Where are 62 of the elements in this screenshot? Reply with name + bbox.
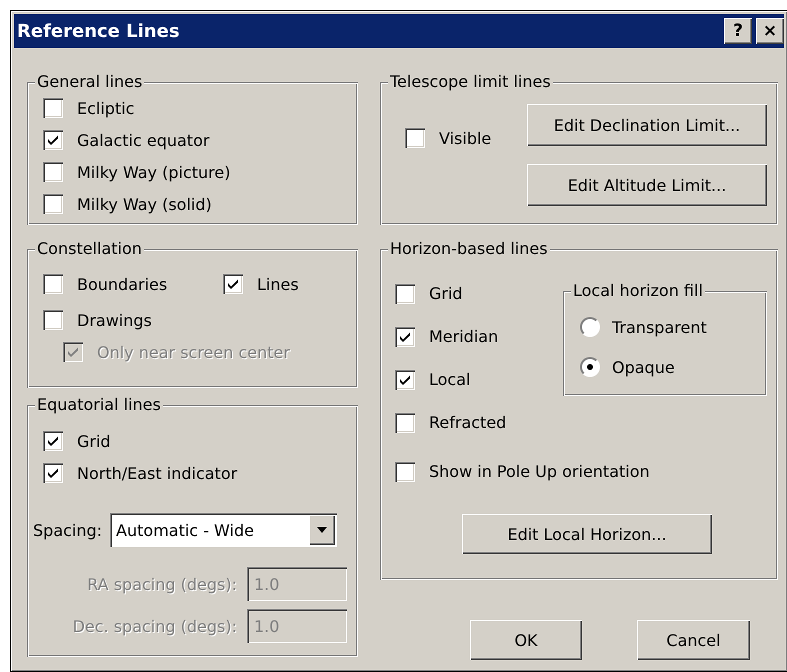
checkbox[interactable] — [395, 412, 415, 432]
checkbox[interactable] — [405, 128, 425, 148]
checkbox[interactable] — [43, 98, 63, 118]
check-icon — [399, 330, 411, 342]
checkbox-label: Refracted — [429, 413, 506, 432]
checkbox-label: Galactic equator — [77, 130, 210, 150]
checkbox[interactable] — [43, 463, 63, 483]
checkbox[interactable] — [43, 162, 63, 182]
checkbox[interactable] — [43, 310, 63, 330]
checkbox-label: Meridian — [429, 327, 498, 346]
field-label: RA spacing (degs): — [87, 574, 237, 594]
group-title: Constellation — [37, 239, 142, 258]
group-title: General lines — [37, 72, 142, 91]
checkbox-label: Local — [429, 370, 470, 389]
check-icon — [67, 346, 79, 358]
checkbox[interactable] — [395, 326, 415, 346]
checkbox-label: Visible — [439, 128, 492, 148]
checkbox[interactable] — [43, 431, 63, 451]
radio-button[interactable] — [580, 357, 600, 377]
checkbox-label: Milky Way (picture) — [77, 162, 230, 182]
checkbox[interactable] — [43, 274, 63, 294]
checkbox[interactable] — [395, 370, 415, 390]
group-title: Telescope limit lines — [390, 72, 551, 91]
radio-button[interactable] — [580, 317, 600, 337]
field-label: Dec. spacing (degs): — [72, 616, 237, 636]
radio-label: Opaque — [612, 358, 675, 376]
field-label: Spacing: — [33, 520, 102, 540]
group-title: Equatorial lines — [37, 395, 161, 414]
checkbox-label: Ecliptic — [77, 98, 134, 118]
checkbox[interactable] — [223, 274, 243, 294]
help-button[interactable]: ? — [724, 18, 752, 44]
checkbox-label: Grid — [429, 284, 463, 303]
group-title: Horizon-based lines — [390, 239, 548, 258]
checkbox-label: Grid — [77, 432, 111, 450]
dropdown[interactable]: Automatic - Wide — [110, 513, 338, 547]
group-title: Local horizon fill — [573, 281, 703, 300]
checkbox[interactable] — [395, 284, 415, 304]
check-icon — [227, 278, 239, 290]
radio-label: Transparent — [612, 318, 707, 336]
edit-horizon-button[interactable]: Edit Local Horizon... — [462, 514, 712, 554]
edit-limit-button[interactable]: Edit Declination Limit... — [527, 104, 767, 146]
close-button[interactable]: × — [756, 18, 784, 44]
checkbox-label: Show in Pole Up orientation — [429, 462, 650, 481]
caret-icon — [317, 527, 328, 533]
checkbox-label: Boundaries — [77, 274, 168, 294]
check-icon — [47, 435, 59, 447]
cancel-button[interactable]: Cancel — [637, 620, 750, 660]
checkbox-label: Lines — [257, 274, 299, 294]
dropdown-button[interactable] — [309, 515, 336, 545]
checkbox-label: Milky Way (solid) — [77, 194, 212, 214]
edit-limit-button[interactable]: Edit Altitude Limit... — [527, 164, 767, 206]
checkbox[interactable] — [395, 462, 415, 482]
window-title: Reference Lines — [17, 20, 180, 42]
ok-button[interactable]: OK — [470, 620, 582, 660]
checkbox-label: North/East indicator — [77, 464, 238, 482]
check-icon — [47, 467, 59, 479]
checkbox-label: Drawings — [77, 310, 152, 330]
checkbox[interactable] — [43, 194, 63, 214]
checkbox[interactable] — [43, 130, 63, 150]
checkbox-label: Only near screen center — [97, 342, 290, 362]
check-icon — [399, 374, 411, 386]
check-icon — [47, 134, 59, 146]
